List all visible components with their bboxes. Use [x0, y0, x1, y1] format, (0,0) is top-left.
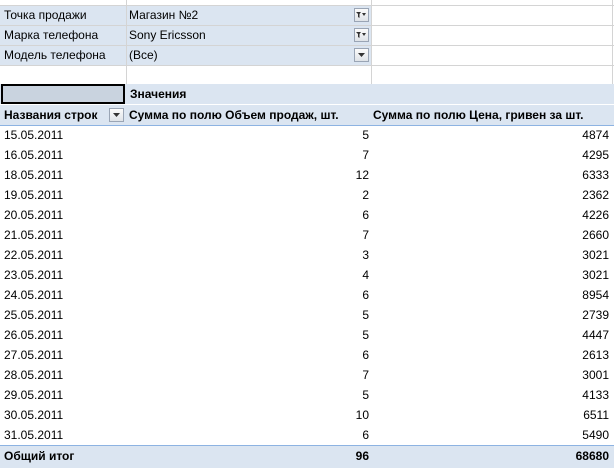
chevron-down-icon[interactable]: [354, 48, 369, 62]
column-header-quantity: Сумма по полю Объем продаж, шт.: [129, 108, 339, 122]
row-price: 8954: [582, 288, 609, 302]
row-price: 4874: [582, 128, 609, 142]
row-date: 19.05.2011: [4, 188, 64, 202]
row-qty: 5: [362, 128, 369, 142]
row-price: 4133: [582, 388, 609, 402]
row-price: 3021: [582, 268, 609, 282]
gridline: [371, 0, 372, 84]
row-qty: 4: [362, 268, 369, 282]
spreadsheet-sheet: Точка продажи Магазин №2 Марка телефона …: [0, 0, 614, 468]
row-date: 20.05.2011: [4, 208, 64, 222]
gridline: [0, 65, 614, 66]
gridline: [612, 0, 613, 84]
row-price: 4447: [582, 328, 609, 342]
row-date: 15.05.2011: [4, 128, 64, 142]
row-qty: 5: [362, 308, 369, 322]
row-qty: 7: [362, 228, 369, 242]
row-qty: 10: [355, 408, 369, 422]
row-date: 22.05.2011: [4, 248, 64, 262]
row-date: 18.05.2011: [4, 168, 64, 182]
row-qty: 5: [362, 328, 369, 342]
grand-total-qty: 96: [355, 449, 369, 463]
row-qty: 7: [362, 368, 369, 382]
row-date: 16.05.2011: [4, 148, 64, 162]
row-date: 26.05.2011: [4, 328, 64, 342]
row-qty: 6: [362, 428, 369, 442]
row-qty: 3: [362, 248, 369, 262]
row-price: 2613: [582, 348, 609, 362]
row-date: 28.05.2011: [4, 368, 64, 382]
grand-total-label: Общий итог: [4, 449, 75, 463]
row-labels-header: Названия строк: [4, 108, 98, 122]
row-price: 2739: [582, 308, 609, 322]
gridline: [126, 0, 127, 84]
filter-label-store: Точка продажи: [4, 8, 87, 22]
row-price: 3021: [582, 248, 609, 262]
row-date: 30.05.2011: [4, 408, 64, 422]
filter-value-brand[interactable]: Sony Ericsson: [129, 25, 349, 45]
row-price: 4226: [582, 208, 609, 222]
filter-label-model: Модель телефона: [4, 48, 106, 62]
row-qty: 12: [355, 168, 369, 182]
row-price: 3001: [582, 368, 609, 382]
filter-value-store[interactable]: Магазин №2: [129, 5, 349, 25]
column-header-price: Сумма по полю Цена, гривен за шт.: [373, 108, 584, 122]
row-qty: 2: [362, 188, 369, 202]
row-date: 29.05.2011: [4, 388, 64, 402]
selected-cell[interactable]: [1, 84, 125, 104]
row-price: 5490: [582, 428, 609, 442]
row-price: 6333: [582, 168, 609, 182]
row-qty: 6: [362, 208, 369, 222]
row-qty: 5: [362, 388, 369, 402]
grand-total-price: 68680: [575, 449, 609, 463]
filter-value-model[interactable]: (Все): [129, 45, 349, 65]
row-date: 27.05.2011: [4, 348, 64, 362]
pivot-values-caption: Значения: [130, 87, 187, 101]
row-date: 24.05.2011: [4, 288, 64, 302]
row-date: 25.05.2011: [4, 308, 64, 322]
row-qty: 6: [362, 348, 369, 362]
row-date: 21.05.2011: [4, 228, 64, 242]
row-price: 6511: [583, 408, 609, 422]
filter-label-brand: Марка телефона: [4, 28, 99, 42]
row-price: 4295: [582, 148, 609, 162]
filter-funnel-icon[interactable]: [354, 28, 369, 42]
row-price: 2362: [582, 188, 609, 202]
row-price: 2660: [582, 228, 609, 242]
chevron-down-icon[interactable]: [109, 108, 124, 122]
filter-funnel-icon[interactable]: [354, 8, 369, 22]
row-qty: 7: [362, 148, 369, 162]
row-qty: 6: [362, 288, 369, 302]
row-date: 31.05.2011: [4, 428, 64, 442]
row-date: 23.05.2011: [4, 268, 64, 282]
